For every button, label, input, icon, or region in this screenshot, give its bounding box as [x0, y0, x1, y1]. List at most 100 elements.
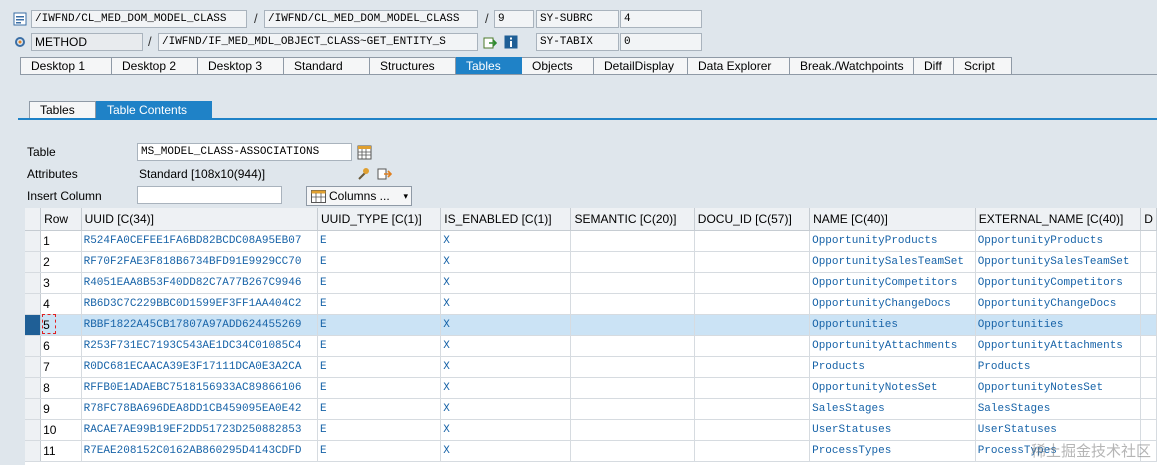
table-cell[interactable]: E — [317, 419, 442, 441]
table-cell[interactable] — [694, 398, 811, 420]
table-cell[interactable] — [1140, 398, 1157, 420]
table-cell[interactable] — [1140, 377, 1157, 399]
row-number-cell[interactable]: 7 — [40, 356, 82, 378]
table-cell[interactable]: R4051EAA8B53F40DD82C7A77B267C9946 — [81, 272, 318, 294]
table-cell[interactable]: X — [440, 314, 572, 336]
table-cell[interactable] — [1140, 251, 1157, 273]
table-cell[interactable]: X — [440, 398, 572, 420]
table-cell[interactable]: R7EAE208152C0162AB860295D4143CDFD — [81, 440, 318, 462]
table-cell[interactable]: X — [440, 335, 572, 357]
table-cell[interactable] — [1140, 314, 1157, 336]
table-row[interactable]: 7 R0DC681ECAACA39E3F17111DCA0E3A2CA E X Prod… — [25, 356, 1157, 378]
table-cell[interactable]: X — [440, 419, 572, 441]
table-cell[interactable]: OpportunityAttachments — [975, 335, 1142, 357]
table-cell[interactable] — [694, 335, 811, 357]
table-cell[interactable]: E — [317, 440, 442, 462]
tab-detail-display[interactable]: DetailDisplay — [594, 57, 688, 75]
table-cell[interactable]: OpportunityChangeDocs — [975, 293, 1142, 315]
table-cell[interactable]: RBBF1822A45CB17807A97ADD624455269 — [81, 314, 318, 336]
table-cell[interactable]: E — [317, 293, 442, 315]
table-cell[interactable]: X — [440, 272, 572, 294]
table-cell[interactable]: RB6D3C7C229BBC0D1599EF3FF1AA404C2 — [81, 293, 318, 315]
method-field[interactable]: /IWFND/IF_MED_MDL_OBJECT_CLASS~GET_ENTIT… — [158, 33, 478, 51]
table-cell[interactable] — [570, 293, 695, 315]
table-row[interactable]: 2 RF70F2FAE3F818B6734BFD91E9929CC70 E X Oppo… — [25, 251, 1157, 273]
table-cell[interactable]: R78FC78BA696DEA8DD1CB459095EA0E42 — [81, 398, 318, 420]
table-cell[interactable]: E — [317, 356, 442, 378]
line-number-field[interactable]: 9 — [494, 10, 534, 28]
table-row[interactable]: 9 R78FC78BA696DEA8DD1CB459095EA0E42 E X Sale… — [25, 398, 1157, 420]
select-all-cell[interactable] — [25, 208, 42, 231]
col-header[interactable]: DOCU_ID [C(57)] — [694, 208, 811, 231]
table-cell[interactable] — [570, 335, 695, 357]
row-selector[interactable] — [25, 314, 42, 336]
table-cell[interactable]: E — [317, 335, 442, 357]
table-cell[interactable] — [570, 356, 695, 378]
row-number-cell[interactable]: 10 — [40, 419, 82, 441]
table-cell[interactable] — [1140, 356, 1157, 378]
table-cell[interactable]: Opportunities — [809, 314, 976, 336]
table-cell[interactable]: R0DC681ECAACA39E3F17111DCA0E3A2CA — [81, 356, 318, 378]
row-number-cell[interactable]: 6 — [40, 335, 82, 357]
table-cell[interactable]: OpportunityChangeDocs — [809, 293, 976, 315]
row-number-cell[interactable]: 11 — [40, 440, 82, 462]
col-header[interactable]: IS_ENABLED [C(1)] — [440, 208, 572, 231]
table-cell[interactable]: E — [317, 377, 442, 399]
table-cell[interactable]: X — [440, 293, 572, 315]
col-header[interactable]: SEMANTIC [C(20)] — [570, 208, 695, 231]
table-cell[interactable] — [1140, 419, 1157, 441]
table-cell[interactable]: SalesStages — [975, 398, 1142, 420]
table-cell[interactable]: OpportunityCompetitors — [809, 272, 976, 294]
col-header[interactable]: EXTERNAL_NAME [C(40)] — [975, 208, 1142, 231]
table-cell[interactable]: E — [317, 251, 442, 273]
table-cell[interactable]: E — [317, 272, 442, 294]
table-cell[interactable] — [570, 251, 695, 273]
table-cell[interactable]: Products — [809, 356, 976, 378]
table-cell[interactable] — [570, 377, 695, 399]
table-cell[interactable]: E — [317, 230, 442, 252]
col-header[interactable]: D — [1140, 208, 1157, 231]
table-cell[interactable] — [1140, 293, 1157, 315]
table-cell[interactable]: RFFB0E1ADAEBC7518156933AC89866106 — [81, 377, 318, 399]
table-cell[interactable] — [570, 272, 695, 294]
table-row[interactable]: 10 RACAE7AE99B19EF2DD51723D250882853 E X Use… — [25, 419, 1157, 441]
table-cell[interactable] — [694, 356, 811, 378]
col-header[interactable]: Row — [40, 208, 82, 231]
columns-button[interactable]: Columns ... ▾ — [306, 186, 412, 206]
table-cell[interactable] — [694, 440, 811, 462]
table-cell[interactable] — [694, 272, 811, 294]
table-cell[interactable]: OpportunityProducts — [809, 230, 976, 252]
table-cell[interactable]: OpportunityAttachments — [809, 335, 976, 357]
table-cell[interactable] — [1140, 272, 1157, 294]
tab-breakpoints[interactable]: Break./Watchpoints — [790, 57, 914, 75]
row-selector[interactable] — [25, 293, 42, 315]
row-number-cell[interactable]: 2 — [40, 251, 82, 273]
table-cell[interactable] — [570, 314, 695, 336]
table-cell[interactable]: OpportunitySalesTeamSet — [975, 251, 1142, 273]
row-number-cell[interactable]: 3 — [40, 272, 82, 294]
insert-column-input[interactable] — [137, 186, 282, 204]
table-row[interactable]: 5 RBBF1822A45CB17807A97ADD624455269 E X Oppo… — [25, 314, 1157, 336]
row-selector[interactable] — [25, 251, 42, 273]
tab-desktop-1[interactable]: Desktop 1 — [20, 57, 112, 75]
row-number-cell[interactable]: 4 — [40, 293, 82, 315]
table-view-icon[interactable] — [356, 144, 372, 160]
tab-desktop-3[interactable]: Desktop 3 — [198, 57, 284, 75]
row-selector[interactable] — [25, 335, 42, 357]
col-header[interactable]: NAME [C(40)] — [809, 208, 976, 231]
navigate-icon[interactable] — [482, 35, 498, 51]
table-cell[interactable]: Products — [975, 356, 1142, 378]
table-cell[interactable]: UserStatuses — [975, 419, 1142, 441]
table-cell[interactable] — [570, 398, 695, 420]
info-icon[interactable] — [503, 34, 519, 50]
table-cell[interactable] — [694, 314, 811, 336]
row-selector[interactable] — [25, 377, 42, 399]
program-field[interactable]: /IWFND/CL_MED_DOM_MODEL_CLASS — [31, 10, 247, 28]
table-row[interactable]: 1 R524FA0CEFEE1FA6BD82BCDC08A95EB07 E X Oppo… — [25, 230, 1157, 252]
table-row[interactable]: 8 RFFB0E1ADAEBC7518156933AC89866106 E X Oppo… — [25, 377, 1157, 399]
table-cell[interactable]: R524FA0CEFEE1FA6BD82BCDC08A95EB07 — [81, 230, 318, 252]
include-field[interactable]: /IWFND/CL_MED_DOM_MODEL_CLASS — [264, 10, 478, 28]
table-cell[interactable] — [694, 419, 811, 441]
tab-tables-list[interactable]: Tables — [29, 101, 96, 119]
table-cell[interactable]: R253F731EC7193C543AE1DC34C01085C4 — [81, 335, 318, 357]
